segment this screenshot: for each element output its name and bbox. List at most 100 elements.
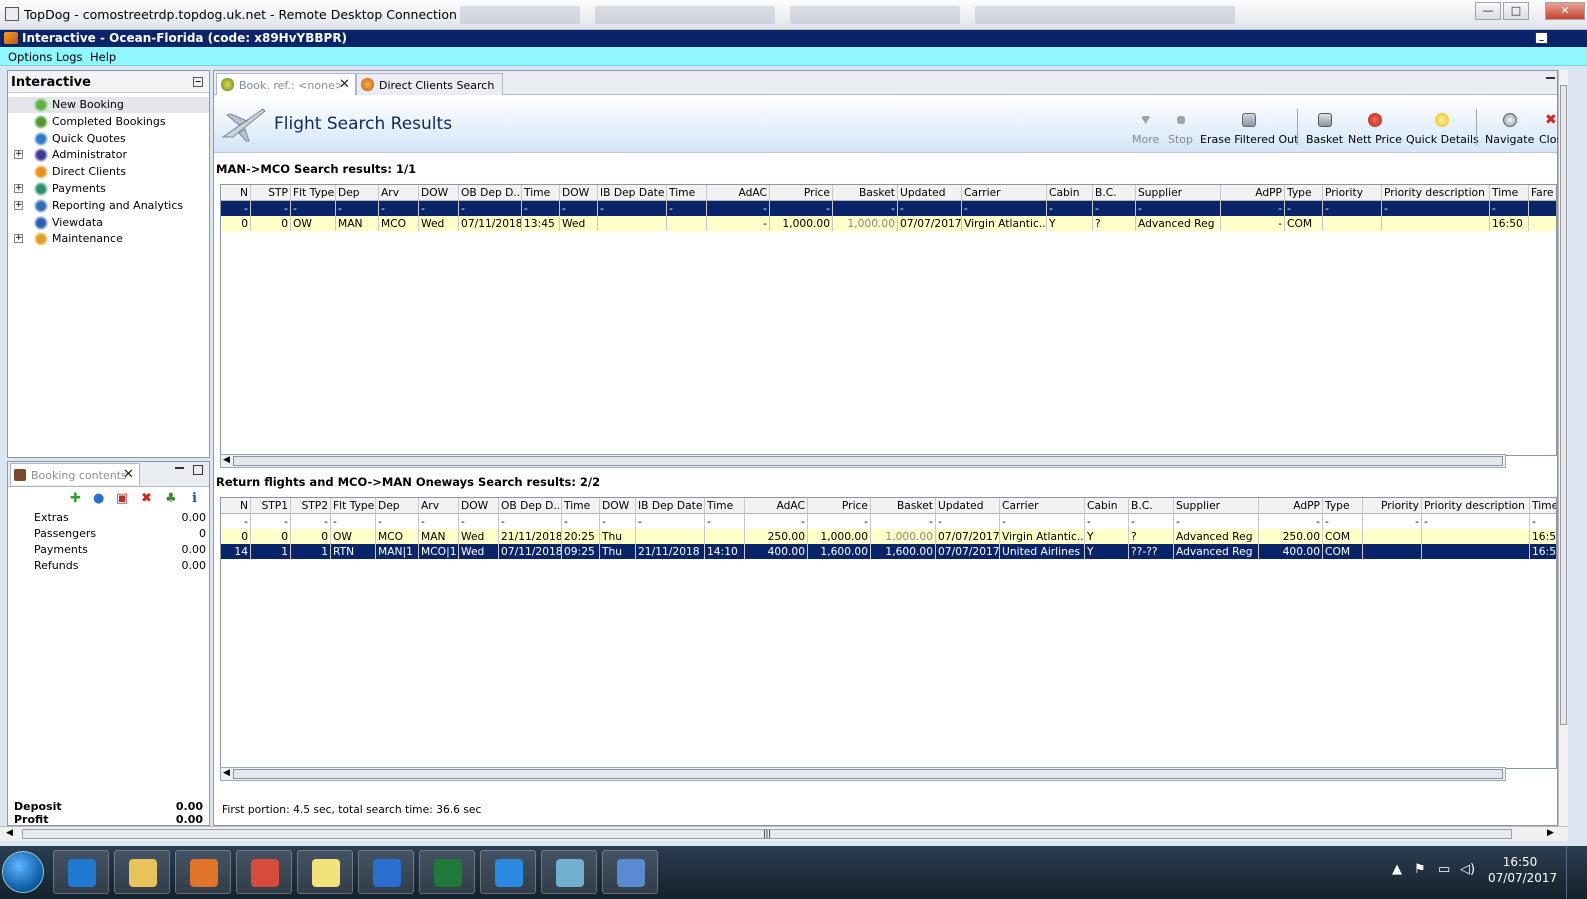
column-header[interactable]: Supplier [1136,185,1221,200]
column-header[interactable]: DOW [459,498,499,513]
delete-icon[interactable]: ✖ [141,491,152,506]
column-header[interactable]: B.C. [1129,498,1174,513]
filter-row[interactable]: ------------------------- [221,514,1556,529]
volume-icon[interactable]: ◁) [1460,862,1475,877]
expand-icon[interactable]: + [14,184,23,193]
nav-collapse-button[interactable]: − [193,77,203,87]
nav-item-reporting-and-analytics[interactable]: + Reporting and Analytics [8,198,209,214]
column-header[interactable]: Carrier [962,185,1047,200]
menu-options[interactable]: Options [8,50,52,64]
column-header[interactable]: Dep [376,498,419,513]
column-header[interactable]: Basket [871,498,936,513]
taskbar-file-explorer[interactable] [114,850,170,894]
column-header[interactable]: Cabin [1085,498,1129,513]
column-header[interactable]: N [221,185,251,200]
navigate-button[interactable]: Navigate [1485,113,1534,146]
taskbar-g-app[interactable] [480,850,536,894]
nav-item-new-booking[interactable]: New Booking [8,97,209,113]
start-button[interactable] [2,851,44,893]
rdp-maximize-button[interactable]: □ [1503,2,1529,20]
table-row[interactable]: 0 0 OW MAN MCO Wed 07/11/2018 13:45 Wed -1,000.00… [221,216,1556,231]
expand-icon[interactable]: + [14,150,23,160]
nav-item-maintenance[interactable]: + Maintenance [8,231,209,247]
column-header[interactable]: Basket [833,185,898,200]
taskbar-network-app[interactable] [541,850,597,894]
scroll-right-icon[interactable]: ▶ [1547,828,1554,838]
nav-item-completed-bookings[interactable]: Completed Bookings [8,114,209,130]
column-header[interactable]: STP2 [291,498,331,513]
panel-minimize-icon[interactable] [175,467,184,469]
column-header[interactable]: OB Dep D... [499,498,562,513]
column-header[interactable]: Priority description [1422,498,1530,513]
column-header[interactable]: Priority [1363,498,1422,513]
menu-help[interactable]: Help [90,50,116,64]
taskbar-outlook[interactable] [358,850,414,894]
booking-contents-tab[interactable]: Booking contents ✕ [10,463,140,485]
tabbar-minimize-icon[interactable] [1546,77,1555,79]
column-header[interactable]: STP1 [251,498,291,513]
taskbar-remote-desktop[interactable] [602,850,658,894]
tab-direct-clients-search[interactable]: Direct Clients Search [356,73,503,95]
table-row[interactable]: 14 1 1 RTN MAN|1 MCO|1 Wed 07/11/2018 09:25 Thu 21… [221,544,1556,559]
basket-button[interactable]: Basket [1306,113,1343,146]
tree-icon[interactable]: ♣ [165,491,177,506]
right-scroll-thumb[interactable] [1560,85,1567,725]
column-header[interactable]: Flt Type [291,185,336,200]
outbound-scroll-thumb[interactable] [233,456,1503,466]
nav-item-quick-quotes[interactable]: Quick Quotes [8,131,209,147]
column-header[interactable]: Updated [898,185,962,200]
column-header[interactable]: DOW [560,185,598,200]
stop-button[interactable]: Stop [1168,116,1193,146]
column-header[interactable]: Fare [1529,185,1556,200]
column-header[interactable]: AdPP [1221,185,1285,200]
menu-logs[interactable]: Logs [56,50,83,64]
table-row[interactable]: 0 0 0 OW MCO MAN Wed 21/11/2018 20:25 Thu 250.00 1,… [221,529,1556,544]
column-header[interactable]: Type [1285,185,1323,200]
app-minimize-button[interactable]: _ [1535,32,1548,44]
column-header[interactable]: STP [251,185,291,200]
refresh-icon[interactable]: ● [93,491,104,506]
info-icon[interactable]: i [192,491,197,506]
bottom-scroll-thumb[interactable]: ||| [22,829,1512,839]
column-header[interactable]: Priority description [1382,185,1490,200]
taskbar-internet-explorer[interactable] [53,850,109,894]
nav-item-administrator[interactable]: + Administrator [8,147,209,163]
taskbar-excel[interactable] [419,850,475,894]
column-header[interactable]: Type [1323,498,1363,513]
outbound-horizontal-scrollbar[interactable]: ◀ [220,454,1506,468]
column-header[interactable]: AdPP [1259,498,1323,513]
column-header[interactable]: Priority [1323,185,1382,200]
nav-item-payments[interactable]: + Payments [8,181,209,197]
add-icon[interactable]: ✚ [70,491,81,506]
column-header[interactable]: Time [522,185,560,200]
column-header[interactable]: Cabin [1047,185,1093,200]
show-desktop-button[interactable] [1566,846,1587,899]
column-header[interactable]: B.C. [1093,185,1136,200]
expand-icon[interactable]: + [14,234,23,244]
column-header[interactable]: Price [770,185,833,200]
more-button[interactable]: More [1132,116,1159,146]
scroll-left-icon[interactable]: ◀ [6,828,13,838]
column-header[interactable]: AdAC [745,498,808,513]
column-header[interactable]: Time [562,498,600,513]
column-header[interactable]: Flt Type [331,498,376,513]
nett-price-button[interactable]: Nett Price [1348,113,1402,146]
rdp-minimize-button[interactable]: — [1475,2,1501,20]
nav-item-direct-clients[interactable]: Direct Clients [8,164,209,180]
column-header[interactable]: Arv [379,185,419,200]
column-header[interactable]: Updated [936,498,1000,513]
column-header[interactable]: Dep [336,185,379,200]
column-header[interactable]: Time [705,498,745,513]
column-header[interactable]: Price [808,498,871,513]
column-header[interactable]: IB Dep Date [598,185,667,200]
column-header[interactable]: Time [1530,498,1556,513]
erase-filtered-out-button[interactable]: Erase Filtered Out [1200,113,1298,146]
panel-maximize-icon[interactable] [193,465,203,475]
column-header[interactable]: Time [667,185,707,200]
system-clock[interactable]: 16:50 07/07/2017 [1488,854,1557,886]
taskbar-chrome[interactable] [236,850,292,894]
quick-details-button[interactable]: Quick Details [1406,113,1479,146]
scroll-left-icon[interactable]: ◀ [223,455,230,465]
rdp-close-button[interactable]: ✕ [1545,2,1585,20]
right-scrollbar[interactable] [1558,70,1568,826]
